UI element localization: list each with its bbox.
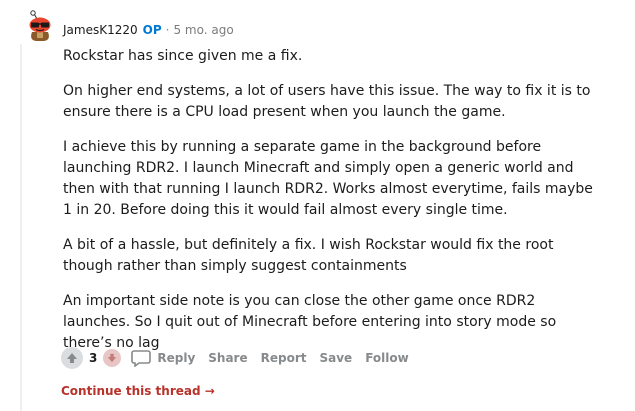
- upvote-icon: [67, 353, 77, 363]
- share-button[interactable]: Share: [208, 351, 247, 365]
- comment-paragraph: I achieve this by running a separate gam…: [63, 139, 593, 218]
- downvote-icon: [108, 353, 117, 363]
- comment-paragraph: On higher end systems, a lot of users ha…: [63, 83, 591, 120]
- comment-paragraph: A bit of a hassle, but definitely a fix.…: [63, 237, 554, 274]
- upvote-button[interactable]: [61, 347, 83, 369]
- share-label: Share: [208, 351, 248, 365]
- comment-paragraph: An important side note is you can close …: [63, 293, 557, 351]
- continue-thread-link[interactable]: Continue this thread →: [61, 384, 215, 398]
- op-badge: OP: [142, 23, 162, 37]
- avatar[interactable]: [26, 10, 54, 42]
- follow-label: Follow: [365, 351, 409, 365]
- separator-dot: ·: [165, 23, 170, 37]
- comment-actions: 3 Reply Share Report Save Follow: [61, 347, 422, 369]
- save-label: Save: [319, 351, 353, 365]
- comment-bubble-icon: [131, 350, 152, 367]
- comment-body: Rockstar has since given me a fix. On hi…: [63, 46, 593, 368]
- downvote-button[interactable]: [103, 349, 122, 367]
- report-button[interactable]: Report: [261, 351, 307, 365]
- reply-button[interactable]: Reply: [131, 349, 195, 367]
- follow-button[interactable]: Follow: [365, 351, 409, 365]
- save-button[interactable]: Save: [319, 351, 352, 365]
- snoo-avatar-icon: [29, 10, 51, 41]
- report-label: Report: [260, 351, 307, 365]
- comment-header: JamesK1220 OP · 5 mo. ago: [63, 20, 234, 40]
- author-username[interactable]: JamesK1220: [63, 23, 138, 37]
- comment-timestamp[interactable]: 5 mo. ago: [173, 23, 233, 37]
- reply-label: Reply: [157, 351, 196, 365]
- thread-line[interactable]: [20, 44, 22, 411]
- vote-score: 3: [89, 351, 98, 365]
- comment-paragraph: Rockstar has since given me a fix.: [63, 48, 303, 64]
